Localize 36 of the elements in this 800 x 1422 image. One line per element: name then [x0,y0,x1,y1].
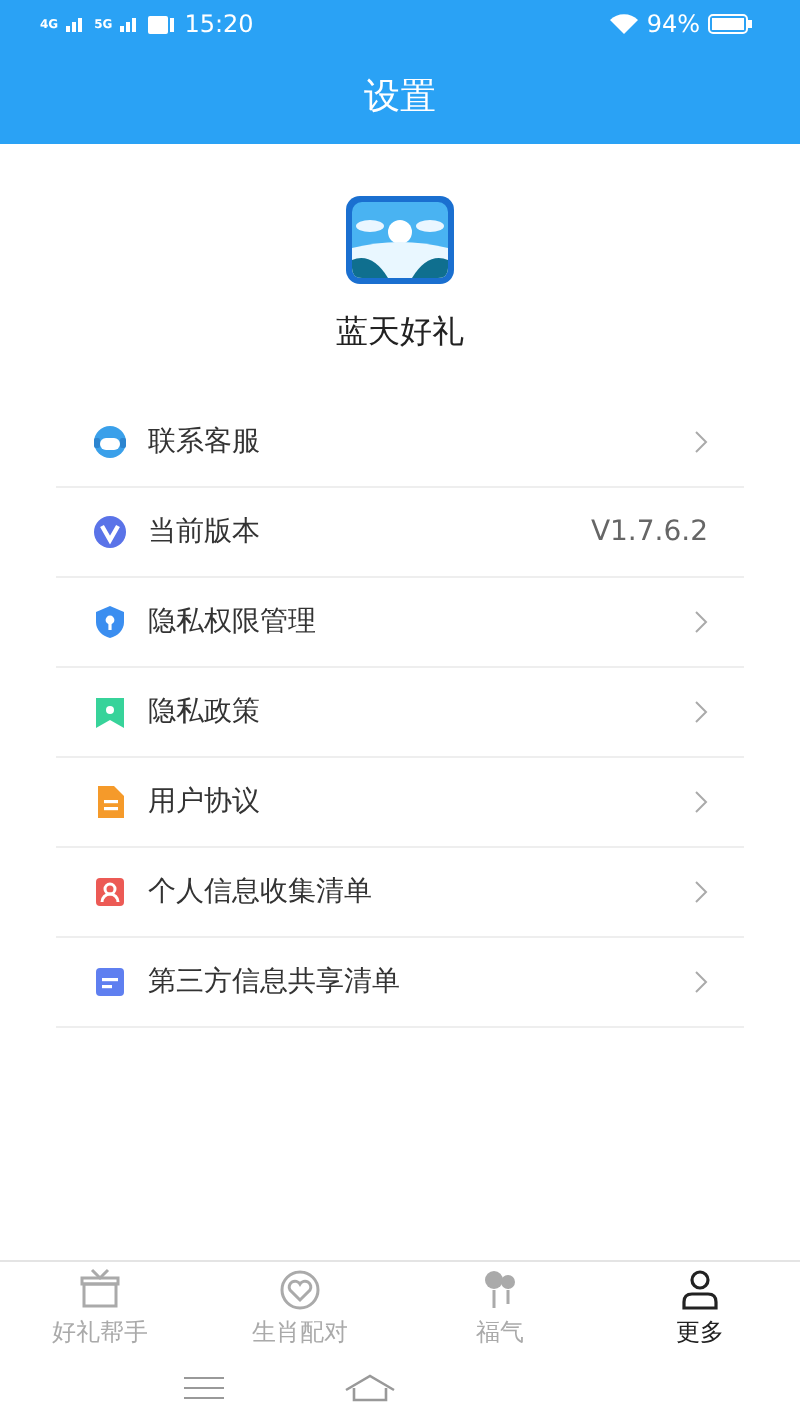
document-icon [92,784,128,820]
shield-icon [92,604,128,640]
version-value: V1.7.6.2 [590,516,708,548]
hd-icon [148,15,177,33]
clock: 15:20 [184,10,254,38]
settings-item[interactable]: 联系客服 [56,398,744,488]
settings-item[interactable]: 当前版本 V1.7.6.2 [56,488,744,578]
chevron-right-icon [694,970,708,994]
gift-icon [78,1267,122,1311]
settings-item[interactable]: 隐私权限管理 [56,578,744,668]
app-logo-icon [346,196,454,284]
bookmark-icon [92,694,128,730]
chevron-right-icon [694,700,708,724]
settings-item[interactable]: 用户协议 [56,758,744,848]
battery-icon [708,14,752,34]
user-icon [678,1267,722,1311]
page-title: 设置 [364,74,436,120]
settings-item[interactable]: 隐私政策 [56,668,744,758]
chevron-right-icon [694,430,708,454]
signal-icon [120,16,141,32]
signal-icon [66,16,87,32]
person-icon [92,874,128,910]
settings-item[interactable]: 个人信息收集清单 [56,848,744,938]
home-icon[interactable] [344,1374,396,1402]
v-logo-icon [92,514,128,550]
wifi-icon [610,14,639,34]
headset-icon [92,424,128,460]
battery-percent: 94% [646,10,700,38]
menu-icon[interactable] [184,1376,224,1400]
tab[interactable]: 更多 [600,1262,800,1354]
app-name: 蓝天好礼 [336,312,464,354]
chevron-right-icon [694,880,708,904]
chevron-right-icon [694,790,708,814]
chevron-right-icon [694,610,708,634]
settings-item[interactable]: 第三方信息共享清单 [56,938,744,1028]
list-icon [92,964,128,1000]
